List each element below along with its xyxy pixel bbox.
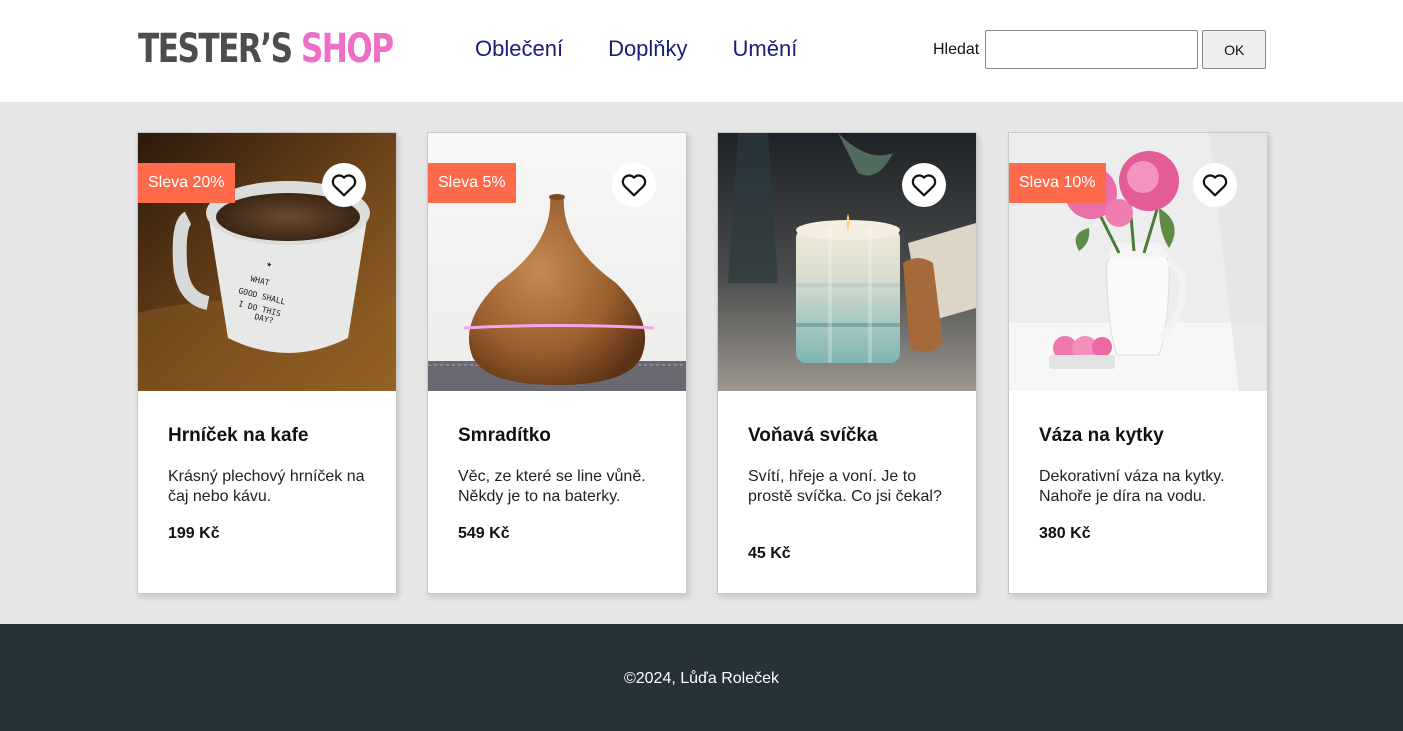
heart-icon [331,174,357,197]
product-price: 549 Kč [458,525,510,542]
search-submit-button[interactable]: OK [1202,30,1267,69]
logo-text-main: TESTER’S [138,26,293,72]
product-price: 45 Kč [748,545,791,562]
discount-badge: Sleva 10% [1009,163,1106,203]
heart-icon [1202,174,1228,197]
product-price: 199 Kč [168,525,220,542]
product-description: Krásný plechový hrníček na čaj nebo kávu… [168,468,365,505]
product-card[interactable]: ★ WHAT GOOD SHALL I DO THIS DAY? Sleva 2… [137,132,397,594]
footer: ©2024, Lůďa Roleček [0,624,1403,731]
product-description: Věc, ze které se line vůně. Někdy je to … [458,468,646,505]
search-label: Hledat [933,40,980,58]
product-description: Svítí, hřeje a voní. Je to prostě svíčka… [748,468,942,505]
product-price: 380 Kč [1039,525,1091,542]
product-title: Smradítko [458,425,551,446]
nav-link-doplnky[interactable]: Doplňky [608,34,687,64]
product-card[interactable]: Sleva 5% Smradítko Věc, ze které se line… [427,132,687,594]
nav-link-obleceni[interactable]: Oblečení [475,34,563,64]
discount-badge: Sleva 20% [138,163,235,203]
search-input[interactable] [985,30,1199,69]
main-nav: Oblečení Doplňky Umění [475,34,842,64]
product-title: Hrníček na kafe [168,425,309,446]
favorite-button[interactable] [902,163,946,207]
product-description: Dekorativní váza na kytky. Nahoře je dír… [1039,468,1225,505]
footer-copyright: ©2024, Lůďa Roleček [623,670,780,687]
shop-logo[interactable]: TESTER’S SHOP [138,26,394,72]
discount-badge: Sleva 5% [428,163,516,203]
product-title: Voňavá svíčka [748,425,878,446]
heart-icon [911,174,937,197]
favorite-button[interactable] [612,163,656,207]
logo-text-accent: SHOP [300,26,394,72]
header: TESTER’S SHOP Oblečení Doplňky Umění Hle… [0,0,1403,102]
favorite-button[interactable] [322,163,366,207]
product-title: Váza na kytky [1039,425,1164,446]
heart-icon [621,174,647,197]
search-form: Hledat OK [933,30,1267,69]
favorite-button[interactable] [1193,163,1237,207]
product-card[interactable]: Sleva 10% Váza na kytky Dekorativní váza… [1008,132,1268,594]
nav-link-umeni[interactable]: Umění [733,34,798,64]
product-card[interactable]: Voňavá svíčka Svítí, hřeje a voní. Je to… [717,132,977,594]
